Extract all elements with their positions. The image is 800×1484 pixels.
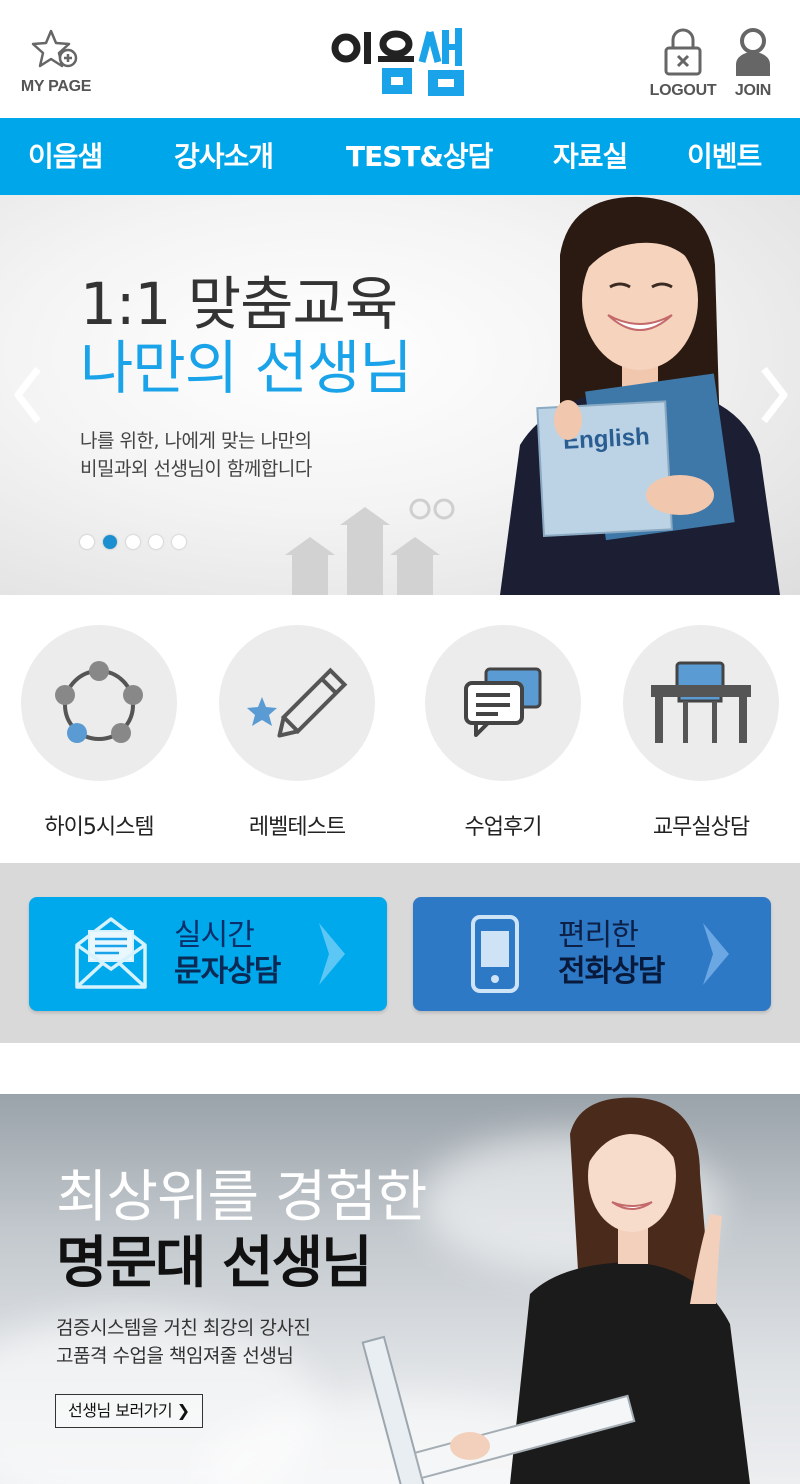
- join-button[interactable]: JOIN: [726, 28, 780, 100]
- teachers-subtitle: 검증시스템을 거친 최강의 강사진 고품격 수업을 책임져줄 선생님: [56, 1314, 311, 1370]
- logout-label: LOGOUT: [649, 82, 717, 99]
- chevron-right-icon: [319, 923, 345, 985]
- student-photo: English: [500, 196, 780, 595]
- hero-sub-line2: 비밀과외 선생님이 함께합니다: [80, 458, 312, 480]
- sms-line2: 문자상담: [174, 954, 281, 989]
- lock-icon: [664, 28, 702, 76]
- join-label: JOIN: [734, 82, 772, 99]
- reviews-circle: [425, 625, 581, 781]
- main-nav: 이음샘 강사소개 TEST&상담 자료실 이벤트: [0, 118, 800, 195]
- quick-item-hi5-system[interactable]: 하이5시스템: [19, 625, 179, 841]
- person-icon: [736, 28, 770, 76]
- view-teachers-button[interactable]: 선생님 보러가기 ❯: [55, 1394, 203, 1428]
- chat-bubbles-icon: [464, 667, 542, 737]
- next-slide-arrow-icon[interactable]: [756, 365, 792, 425]
- teachers-sub-line2: 고품격 수업을 책임져줄 선생님: [56, 1345, 294, 1367]
- smartphone-icon: [471, 915, 519, 993]
- nav-item-events[interactable]: 이벤트: [687, 118, 762, 195]
- sms-consult-button[interactable]: 실시간 문자상담: [29, 897, 387, 1011]
- quick-label-hi5: 하이5시스템: [44, 815, 154, 840]
- tel-text: 편리한 전화상담: [558, 918, 665, 991]
- level-test-circle: [219, 625, 375, 781]
- quick-label-reviews: 수업후기: [464, 815, 543, 840]
- teachers-title-line2: 명문대 선생님: [56, 1231, 373, 1296]
- slide-dot[interactable]: [103, 535, 117, 549]
- quick-label-office-consult: 교무실상담: [652, 815, 750, 840]
- network-cycle-icon: [55, 661, 143, 743]
- hero-subtitle: 나를 위한, 나에게 맞는 나만의 비밀과외 선생님이 함께합니다: [80, 427, 312, 483]
- chevron-right-icon: [703, 923, 729, 985]
- prev-slide-arrow-icon[interactable]: [10, 365, 46, 425]
- mypage-button[interactable]: MY PAGE: [18, 28, 94, 96]
- tel-line1: 편리한: [558, 918, 639, 953]
- quick-item-office-consult[interactable]: 교무실상담: [621, 625, 781, 841]
- star-plus-icon: [31, 29, 78, 68]
- teachers-banner: 최상위를 경험한 명문대 선생님 검증시스템을 거친 최강의 강사진 고품격 수…: [0, 1094, 800, 1484]
- mypage-label: MY PAGE: [20, 78, 92, 95]
- quick-label-level-test: 레벨테스트: [248, 815, 346, 840]
- quick-item-level-test[interactable]: 레벨테스트: [217, 625, 377, 841]
- teachers-sub-line1: 검증시스템을 거친 최강의 강사진: [56, 1317, 311, 1339]
- slide-dot[interactable]: [172, 535, 186, 549]
- hi5-circle: [21, 625, 177, 781]
- tel-line2: 전화상담: [558, 954, 665, 989]
- quick-item-reviews[interactable]: 수업후기: [423, 625, 583, 841]
- slide-dot[interactable]: [80, 535, 94, 549]
- brand-logo[interactable]: [330, 26, 472, 100]
- sms-text: 실시간 문자상담: [174, 918, 281, 991]
- hero-title-line2: 나만의 선생님: [80, 334, 413, 402]
- hero-banner: 1:1 맞춤교육 나만의 선생님 나를 위한, 나에게 맞는 나만의 비밀과외 …: [0, 195, 800, 595]
- envelope-icon: [75, 917, 147, 989]
- logout-button[interactable]: LOGOUT: [646, 28, 720, 100]
- consult-section: 실시간 문자상담 편리한 전화상담: [0, 863, 800, 1043]
- slide-indicator: [80, 535, 186, 549]
- decor-buildings: [285, 498, 455, 595]
- hero-sub-line1: 나를 위한, 나에게 맞는 나만의: [80, 430, 312, 452]
- nav-item-ieumsaem[interactable]: 이음샘: [28, 118, 103, 195]
- sms-line1: 실시간: [174, 918, 255, 953]
- quick-menu: 하이5시스템 레벨테스트 수업후기 교무실상담: [0, 595, 800, 863]
- nav-item-test-consult[interactable]: TEST&상담: [346, 118, 493, 195]
- desk-chair-icon: [651, 661, 751, 743]
- nav-item-teachers[interactable]: 강사소개: [174, 118, 274, 195]
- phone-consult-button[interactable]: 편리한 전화상담: [413, 897, 771, 1011]
- header: MY PAGE LOGOUT JOIN: [0, 0, 800, 118]
- office-consult-circle: [623, 625, 779, 781]
- pencil-star-icon: [247, 667, 348, 738]
- slide-dot[interactable]: [149, 535, 163, 549]
- nav-item-resources[interactable]: 자료실: [553, 118, 628, 195]
- slide-dot[interactable]: [126, 535, 140, 549]
